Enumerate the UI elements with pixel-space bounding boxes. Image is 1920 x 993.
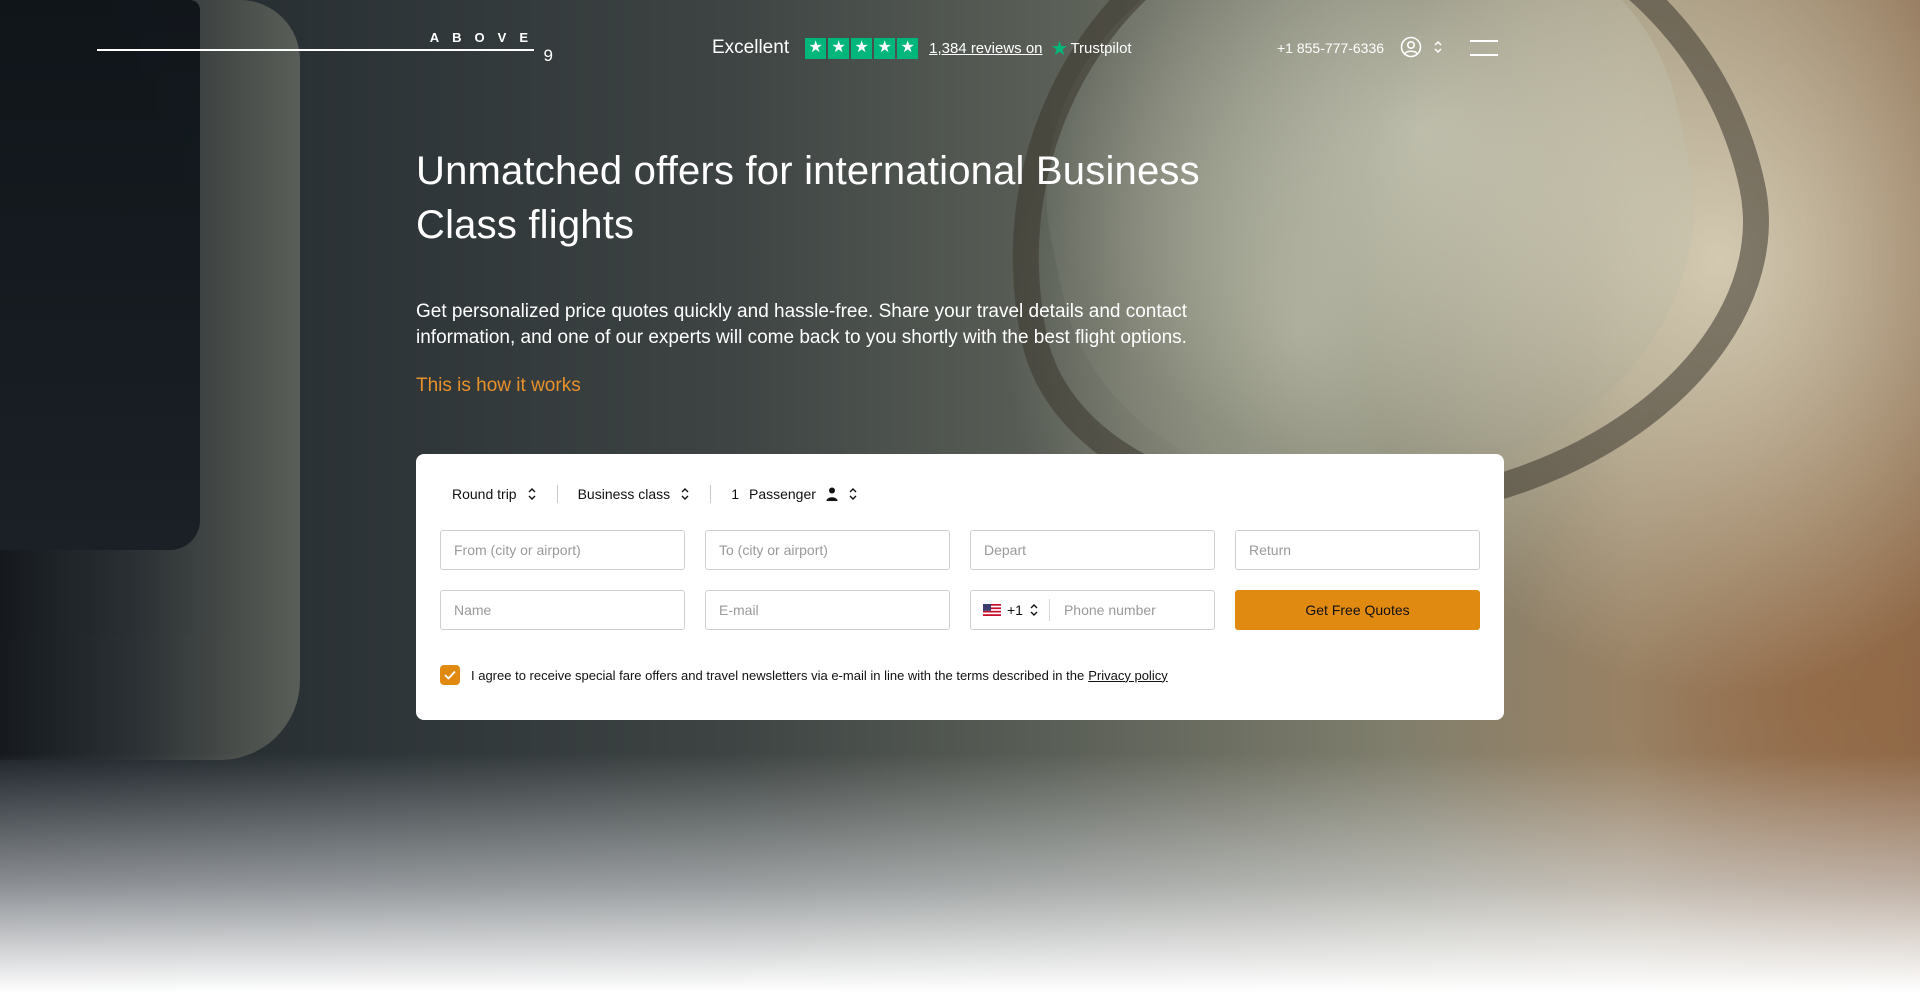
get-quotes-button[interactable]: Get Free Quotes	[1235, 590, 1480, 630]
newsletter-consent: I agree to receive special fare offers a…	[440, 665, 1168, 685]
logo-word: ABOVE	[429, 30, 541, 45]
consent-label: I agree to receive special fare offers a…	[471, 667, 1085, 683]
hamburger-icon[interactable]	[1470, 40, 1498, 56]
quote-form: Round trip Business class 1 Passenger Fr…	[416, 454, 1504, 720]
from-input[interactable]	[440, 530, 685, 570]
country-code-value: +1	[1007, 602, 1023, 618]
privacy-policy-link[interactable]: Privacy policy	[1088, 668, 1167, 683]
check-icon	[444, 670, 456, 680]
us-flag-icon	[983, 604, 1001, 616]
phone-link[interactable]: +1 855-777-6336	[1277, 40, 1384, 56]
menu-line	[1470, 40, 1498, 42]
phone-field: +1	[970, 590, 1259, 630]
seat-shape	[0, 0, 300, 760]
cabin-class-value: Business class	[577, 486, 671, 502]
how-it-works-link[interactable]: This is how it works	[416, 375, 581, 397]
star-icon: ★	[828, 37, 850, 59]
passengers-select[interactable]: 1 Passenger	[731, 486, 858, 502]
person-icon	[826, 487, 838, 501]
trip-options: Round trip Business class 1 Passenger	[452, 478, 858, 510]
logo-number: 9	[543, 46, 553, 65]
rating-label: Excellent	[712, 37, 790, 58]
divider	[556, 485, 558, 503]
chevron-updown-icon[interactable]	[1432, 38, 1444, 56]
star-icon: ★	[897, 37, 919, 59]
rating-stars: ★ ★ ★ ★ ★	[805, 37, 919, 59]
country-code-select[interactable]: +1	[971, 599, 1050, 621]
phone-input[interactable]	[1049, 592, 1259, 628]
return-date-input[interactable]	[1235, 530, 1480, 570]
to-input[interactable]	[705, 530, 950, 570]
trip-type-value: Round trip	[452, 486, 517, 502]
chevron-updown-icon	[1030, 604, 1038, 616]
trustpilot-name: Trustpilot	[1070, 39, 1132, 57]
trustpilot-rating: Excellent ★ ★ ★ ★ ★ 1,384 reviews on ★ T…	[712, 36, 1132, 60]
hero-section: Unmatched offers for international Busin…	[416, 144, 1316, 397]
chevron-updown-icon	[681, 488, 689, 500]
consent-checkbox[interactable]	[440, 665, 460, 685]
site-header: ABOVE 9 Excellent ★ ★ ★ ★ ★ 1,384 review…	[0, 0, 1920, 96]
page-title: Unmatched offers for international Busin…	[416, 149, 1200, 247]
chevron-updown-icon	[528, 488, 536, 500]
logo-line	[97, 49, 534, 51]
consent-text: I agree to receive special fare offers a…	[471, 668, 1168, 683]
trip-type-select[interactable]: Round trip	[452, 486, 537, 502]
passengers-label: Passenger	[748, 486, 816, 502]
menu-line	[1470, 54, 1498, 56]
star-icon: ★	[851, 37, 873, 59]
email-input[interactable]	[705, 590, 950, 630]
star-icon: ★	[874, 37, 896, 59]
user-circle-icon[interactable]	[1400, 36, 1422, 58]
cabin-class-select[interactable]: Business class	[578, 486, 691, 502]
passengers-count: 1	[731, 486, 739, 502]
star-icon: ★	[805, 37, 827, 59]
hero-subtitle: Get personalized price quotes quickly an…	[416, 301, 1187, 348]
name-input[interactable]	[440, 590, 685, 630]
chevron-updown-icon	[849, 488, 857, 500]
trustpilot-star-icon: ★	[1050, 37, 1069, 60]
bottom-fade	[0, 753, 1920, 993]
depart-date-input[interactable]	[970, 530, 1215, 570]
divider	[710, 485, 712, 503]
logo[interactable]: ABOVE 9	[97, 30, 553, 70]
reviews-link[interactable]: 1,384 reviews on	[929, 40, 1042, 57]
